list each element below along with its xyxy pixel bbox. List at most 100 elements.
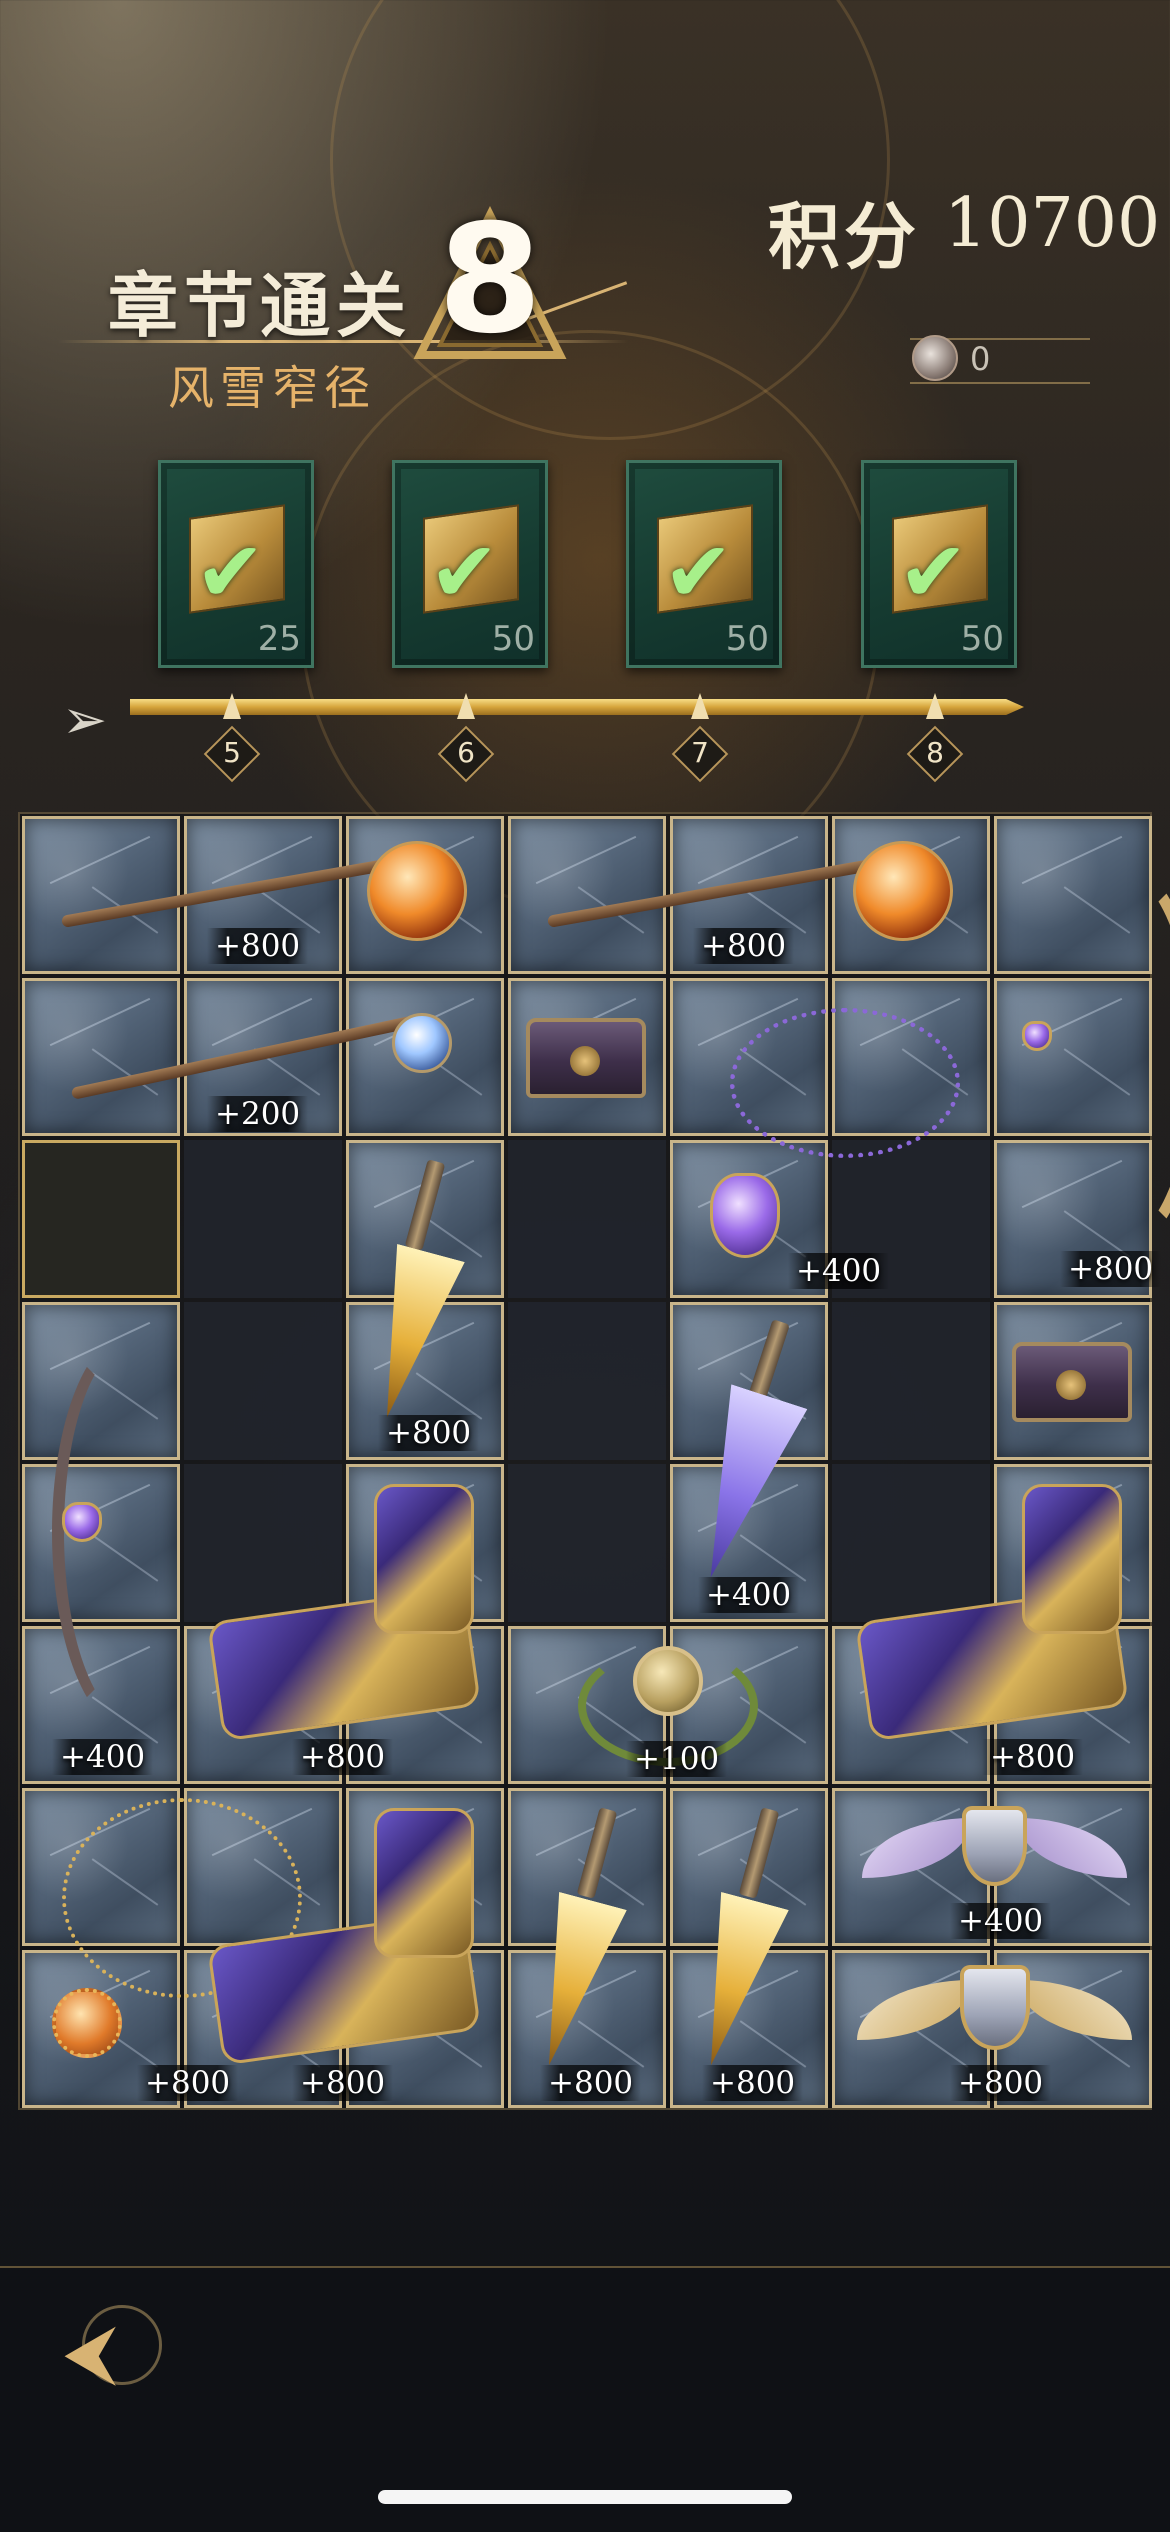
- amethyst-necklace[interactable]: +400: [670, 978, 994, 1302]
- item-value-label: +800: [982, 1739, 1084, 1775]
- fire-orb-icon: [853, 841, 953, 941]
- blue-gem-icon: [392, 1013, 452, 1073]
- item-value-label: +800: [1060, 1251, 1162, 1287]
- item-value-label: +400: [698, 1577, 800, 1613]
- purple-gauntlet[interactable]: +800: [832, 1464, 1156, 1788]
- check-icon: ✔: [898, 523, 969, 621]
- item-grid: +800 +800 +800 +200 +400 +800 +400 +400 +800 +100…: [18, 812, 1170, 2112]
- golden-bow[interactable]: +800: [994, 816, 1170, 1302]
- grid-cell-empty[interactable]: [184, 1302, 342, 1460]
- gauntlet-fingers: [1022, 1484, 1122, 1634]
- staff-shaft: [60, 858, 389, 928]
- sun-pendant-icon: [52, 1988, 122, 2058]
- treasure-chest[interactable]: [994, 1302, 1156, 1464]
- purple-gauntlet[interactable]: +800: [184, 1464, 508, 1788]
- winged-gold-shield[interactable]: +800: [832, 1950, 1156, 2112]
- grid-cell-selected[interactable]: [22, 1140, 180, 1298]
- score-label: 积分: [768, 194, 921, 279]
- blue-gem-wand[interactable]: +200: [22, 978, 508, 1140]
- fire-orb-icon: [367, 841, 467, 941]
- milestone-number: 6: [457, 736, 475, 769]
- item-value-label: +800: [207, 928, 309, 964]
- reward-count: 50: [491, 619, 535, 659]
- reward-card[interactable]: ✔ 50: [861, 460, 1017, 668]
- necklace-chain: [730, 1008, 960, 1158]
- reward-card[interactable]: ✔ 50: [626, 460, 782, 668]
- reward-card[interactable]: ✔ 50: [392, 460, 548, 668]
- wing-left: [862, 1818, 972, 1878]
- item-value-label: +800: [378, 1415, 480, 1451]
- item-value-label: +100: [626, 1741, 728, 1777]
- milestone-badge: 7: [671, 725, 729, 783]
- milestone-badge: 8: [906, 725, 964, 783]
- grid-cell-empty[interactable]: [184, 1140, 342, 1298]
- milestone-marker: [223, 693, 241, 719]
- dark-winged-bow[interactable]: +400: [22, 1302, 184, 1788]
- milestone-marker: [926, 693, 944, 719]
- staff-shaft: [546, 858, 875, 928]
- milestone-number: 8: [926, 736, 944, 769]
- item-value-label: +800: [693, 928, 795, 964]
- chapter-subtitle: 风雪窄径: [168, 361, 376, 415]
- golden-dagger[interactable]: +800: [508, 1788, 670, 2112]
- gauntlet-fingers: [374, 1808, 474, 1958]
- chapter-title: 章节通关: [108, 264, 412, 347]
- reward-card[interactable]: ✔ 25: [158, 460, 314, 668]
- golden-dagger[interactable]: +800: [346, 1140, 508, 1464]
- golden-blade: [677, 1892, 789, 2074]
- dagger-hilt: [748, 1319, 790, 1401]
- item-value-label: +800: [950, 2065, 1052, 2101]
- golden-blade: [515, 1892, 627, 2074]
- laurel-medallion[interactable]: +100: [508, 1626, 832, 1788]
- dagger-hilt: [738, 1807, 780, 1899]
- milestone-badge: 5: [203, 725, 261, 783]
- arrow-tail-icon: ➢: [62, 688, 108, 751]
- fire-orb-staff[interactable]: +800: [22, 816, 508, 978]
- milestone-marker: [691, 693, 709, 719]
- token-count: 0: [970, 340, 991, 378]
- item-value-label: +800: [702, 2065, 804, 2101]
- progress-bar: [130, 699, 1024, 715]
- crystal-dagger[interactable]: +400: [670, 1302, 832, 1626]
- home-indicator[interactable]: [378, 2490, 792, 2504]
- milestone-number: 7: [691, 736, 709, 769]
- back-button[interactable]: ⮜: [60, 2295, 170, 2405]
- grid-cell-empty[interactable]: [832, 1302, 990, 1460]
- item-value-label: +800: [292, 1739, 394, 1775]
- winged-purple-shield[interactable]: +400: [832, 1788, 1156, 1950]
- check-icon: ✔: [663, 523, 734, 621]
- golden-dagger[interactable]: +800: [670, 1788, 832, 2112]
- wing-right: [1017, 1818, 1127, 1878]
- bow-gem-icon: [62, 1502, 102, 1542]
- dagger-hilt: [576, 1807, 618, 1899]
- shield-icon: [960, 1965, 1030, 2050]
- back-arrow-icon: ⮜: [64, 2309, 117, 2395]
- bow-limb: [1024, 856, 1170, 1256]
- purple-gauntlet[interactable]: +800: [184, 1788, 508, 2112]
- wing-right: [1017, 1980, 1132, 2040]
- crystal-blade: [673, 1384, 808, 1589]
- chapter-number: 8: [437, 193, 543, 367]
- bow-gem-icon: [1022, 1021, 1052, 1051]
- golden-blade: [353, 1244, 465, 1426]
- grid-cell-empty[interactable]: [508, 1464, 666, 1622]
- check-icon: ✔: [195, 523, 266, 621]
- milestone-badge: 6: [437, 725, 495, 783]
- gauntlet-fingers: [374, 1484, 474, 1634]
- amethyst-pendant-icon: [710, 1173, 780, 1258]
- medallion-icon: [633, 1646, 703, 1716]
- treasure-chest[interactable]: [508, 978, 670, 1140]
- reward-count: 50: [960, 619, 1004, 659]
- wing-left: [857, 1980, 972, 2040]
- progress-fill: [130, 699, 1024, 715]
- item-value-label: +400: [950, 1903, 1052, 1939]
- item-value-label: +400: [52, 1739, 154, 1775]
- item-value-label: +800: [292, 2065, 394, 2101]
- chest-lock-icon: [1056, 1370, 1086, 1400]
- grid-cell-empty[interactable]: [508, 1140, 666, 1298]
- fire-orb-staff[interactable]: +800: [508, 816, 994, 978]
- grid-cell-empty[interactable]: [508, 1302, 666, 1460]
- item-value-label: +200: [207, 1096, 309, 1132]
- dagger-hilt: [404, 1159, 446, 1251]
- emblem-token-icon: [912, 335, 958, 381]
